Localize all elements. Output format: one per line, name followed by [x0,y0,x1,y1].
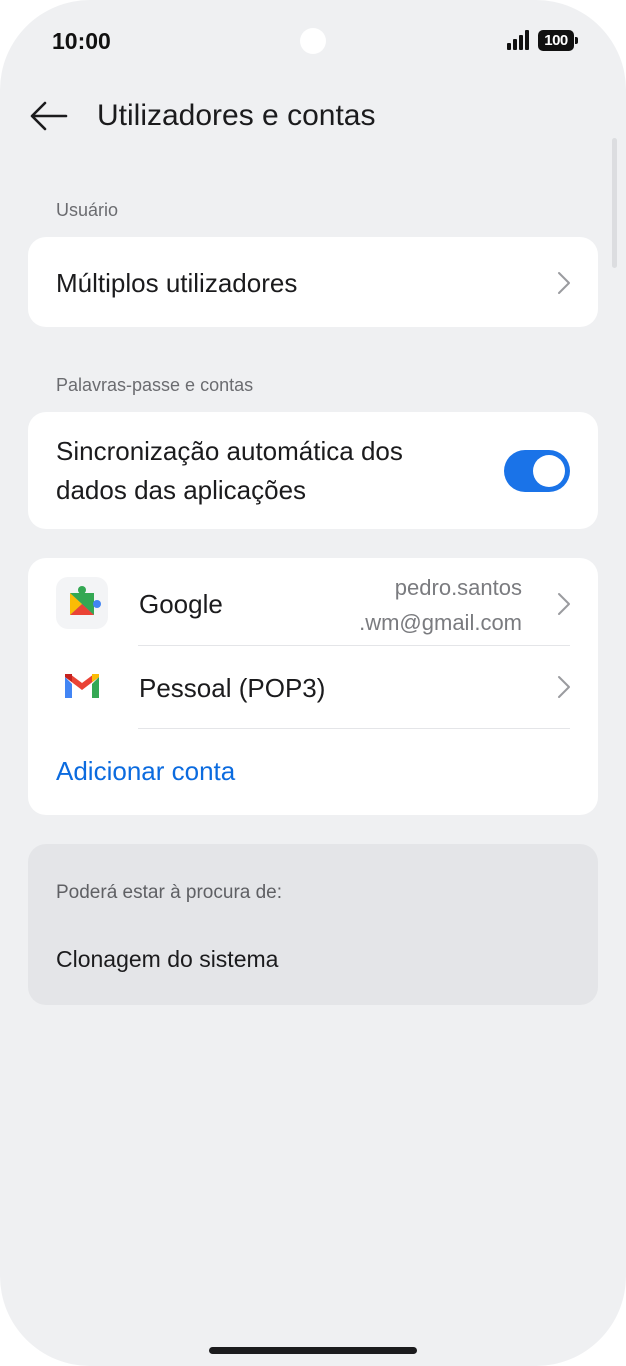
section-label-user: Usuário [56,200,119,220]
auto-sync-label-line1: Sincronização automática dos [56,436,403,466]
toggle-knob [533,455,565,487]
auto-sync-toggle[interactable] [504,450,570,492]
personal-account-name: Pessoal (POP3) [139,673,326,703]
personal-account-row[interactable]: Pessoal (POP3) [28,646,598,728]
header: Utilizadores e contas [0,86,626,150]
google-account-row[interactable]: Google pedro.santos .wm@gmail.com [28,558,598,645]
phone-screen: 10:00 100 Utilizadores e contas Usuário … [0,0,626,1366]
suggestions-card: Poderá estar à procura de: Clonagem do s… [28,844,598,1005]
battery-icon: 100 [538,30,578,51]
battery-level: 100 [544,32,568,49]
home-indicator[interactable] [209,1347,417,1354]
status-bar: 10:00 100 [0,0,626,80]
google-play-services-icon [56,577,108,629]
auto-sync-label-line2: dados das aplicações [56,475,307,505]
google-account-email-line1: pedro.santos [394,575,522,600]
add-account-button[interactable]: Adicionar conta [56,756,235,787]
suggestions-title: Poderá estar à procura de: [56,882,283,903]
status-time: 10:00 [52,28,111,54]
multiple-users-label: Múltiplos utilizadores [56,268,298,298]
arrow-left-icon [30,101,68,131]
google-account-name: Google [139,589,223,619]
chevron-right-icon [558,593,570,615]
front-camera [300,28,326,54]
google-account-email-line2: .wm@gmail.com [359,610,522,635]
chevron-right-icon [558,272,570,294]
scrollbar[interactable] [612,138,617,268]
accounts-card: Google pedro.santos .wm@gmail.com Pessoa… [28,558,598,815]
multiple-users-row[interactable]: Múltiplos utilizadores [28,237,598,327]
section-label-accounts: Palavras-passe e contas [56,375,254,395]
divider [138,728,570,729]
chevron-right-icon [558,676,570,698]
back-button[interactable] [28,96,70,136]
page-title: Utilizadores e contas [97,99,376,132]
gmail-icon [56,660,108,712]
signal-icon [507,30,531,50]
suggestion-system-clone[interactable]: Clonagem do sistema [56,946,278,973]
auto-sync-row[interactable]: Sincronização automática dos dados das a… [28,412,598,529]
